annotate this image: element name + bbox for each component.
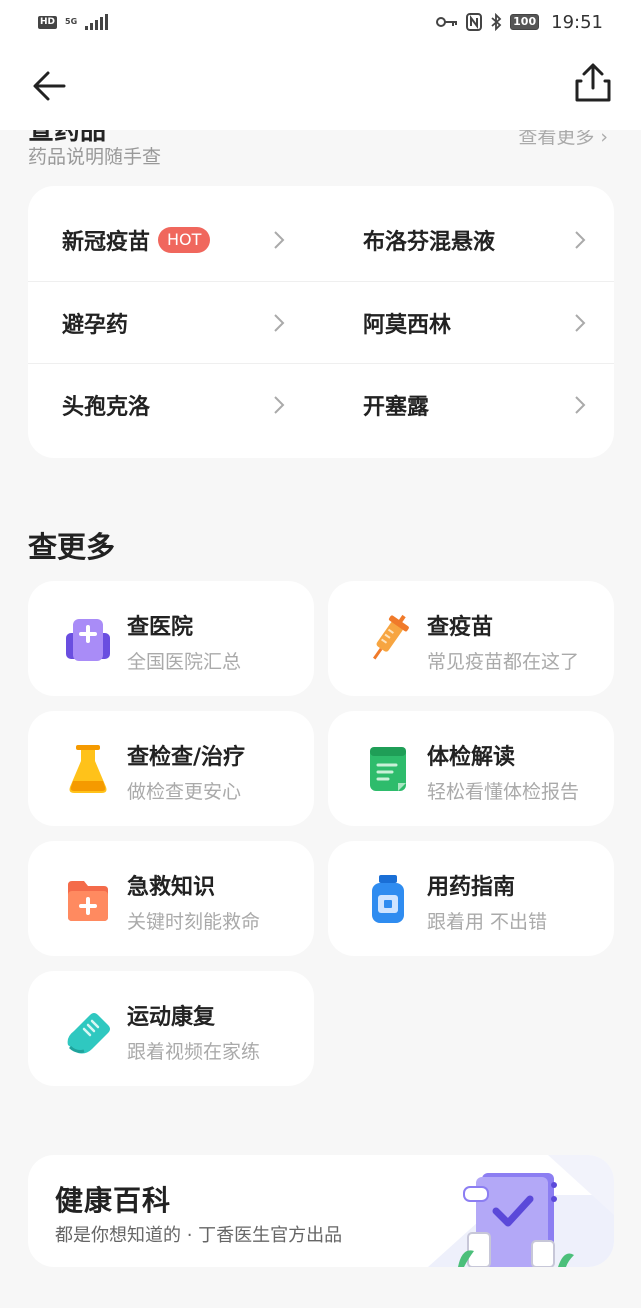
tile-subtitle: 全国医院汇总 [127, 651, 242, 673]
chevron-right-icon [575, 231, 586, 249]
tile-exercise-rehab[interactable]: 运动康复 跟着视频在家练 [28, 971, 314, 1086]
tile-title: 查检查/治疗 [127, 745, 246, 770]
tile-medication-guide[interactable]: 用药指南 跟着用 不出错 [328, 841, 614, 956]
clock: 19:51 [551, 11, 603, 33]
drug-item[interactable]: 布洛芬混悬液 [363, 199, 614, 281]
nfc-icon [466, 13, 483, 31]
status-right: 100 19:51 [436, 12, 603, 33]
chevron-right-icon [274, 396, 285, 414]
share-icon[interactable] [572, 62, 614, 104]
drug-list-card: 新冠疫苗 HOT 布洛芬混悬液 避孕药 阿莫西林 头孢克洛 开塞露 [28, 186, 614, 458]
flask-icon [69, 745, 107, 793]
tile-subtitle: 常见疫苗都在这了 [427, 651, 580, 673]
tile-subtitle: 跟着视频在家练 [127, 1041, 261, 1063]
tile-title: 查疫苗 [427, 615, 494, 640]
sneaker-icon [67, 1013, 110, 1054]
drug-item[interactable]: 避孕药 [62, 282, 317, 364]
chevron-right-icon [575, 314, 586, 332]
drug-item[interactable]: 新冠疫苗 HOT [62, 199, 317, 281]
hospital-icon [66, 619, 110, 661]
key-icon [436, 17, 458, 27]
tile-exam-treatment[interactable]: 查检查/治疗 做检查更安心 [28, 711, 314, 826]
syringe-icon [373, 614, 409, 660]
drug-item[interactable]: 阿莫西林 [363, 282, 614, 364]
status-bar: HD 5G 100 19:51 [0, 0, 641, 44]
chevron-right-icon [274, 231, 285, 249]
tile-subtitle: 关键时刻能救命 [127, 911, 261, 933]
hd-icon: HD [38, 15, 58, 29]
drug-name: 新冠疫苗 [62, 230, 151, 255]
tile-checkup-report[interactable]: 体检解读 轻松看懂体检报告 [328, 711, 614, 826]
bluetooth-icon [491, 13, 502, 31]
battery-icon: 100 [510, 14, 540, 30]
status-left: HD 5G [38, 14, 109, 30]
tile-subtitle: 轻松看懂体检报告 [427, 781, 580, 803]
tile-title: 用药指南 [427, 875, 516, 900]
tile-title: 急救知识 [127, 875, 216, 900]
drug-item[interactable]: 开塞露 [363, 364, 614, 446]
encyclopedia-illustration-icon [428, 1155, 614, 1267]
arrow-left-icon[interactable] [30, 66, 70, 106]
drug-name: 头孢克洛 [62, 395, 151, 420]
first-aid-icon [68, 881, 108, 921]
drug-name: 避孕药 [62, 313, 129, 338]
hot-badge: HOT [158, 227, 211, 253]
tile-subtitle: 做检查更安心 [127, 781, 242, 803]
health-encyclopedia-banner[interactable]: 健康百科 都是你想知道的 · 丁香医生官方出品 [28, 1155, 614, 1267]
medicine-bottle-icon [372, 875, 404, 923]
tile-vaccine[interactable]: 查疫苗 常见疫苗都在这了 [328, 581, 614, 696]
banner-subtitle: 都是你想知道的 · 丁香医生官方出品 [55, 1225, 343, 1246]
tile-title: 查医院 [127, 615, 194, 640]
tile-hospital[interactable]: 查医院 全国医院汇总 [28, 581, 314, 696]
drug-name: 开塞露 [363, 395, 430, 420]
section-subtitle: 药品说明随手查 [28, 146, 162, 168]
signal-icon [85, 14, 109, 30]
drug-name: 阿莫西林 [363, 313, 452, 338]
tile-subtitle: 跟着用 不出错 [427, 911, 548, 933]
drug-row: 新冠疫苗 HOT 布洛芬混悬液 [28, 199, 614, 281]
drug-row: 头孢克洛 开塞露 [28, 363, 614, 445]
tile-title: 运动康复 [127, 1005, 216, 1030]
drug-name: 布洛芬混悬液 [363, 230, 496, 255]
tile-first-aid[interactable]: 急救知识 关键时刻能救命 [28, 841, 314, 956]
tile-title: 体检解读 [427, 745, 516, 770]
report-icon [370, 747, 406, 791]
chevron-right-icon [575, 396, 586, 414]
chevron-right-icon [274, 314, 285, 332]
drug-row: 避孕药 阿莫西林 [28, 281, 614, 363]
more-section-title: 查更多 [28, 530, 116, 564]
network-type: 5G [65, 17, 78, 26]
banner-title: 健康百科 [55, 1184, 172, 1217]
nav-bar [0, 44, 641, 130]
drug-item[interactable]: 头孢克洛 [62, 364, 317, 446]
